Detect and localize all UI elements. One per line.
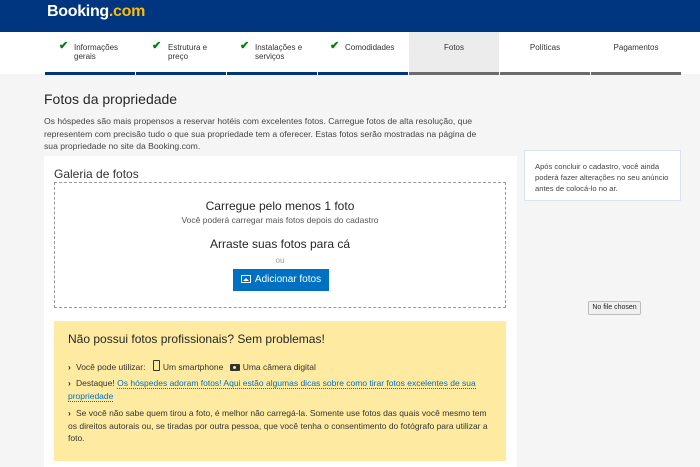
step-label: Comodidades (345, 43, 395, 52)
step-label: Fotos (443, 43, 464, 52)
checkmark-icon: ✔ (152, 40, 162, 52)
page-title: Fotos da propriedade (44, 91, 178, 107)
smartphone-icon (152, 360, 160, 371)
step-comodidades[interactable]: ✔ Comodidades (318, 32, 408, 75)
photo-gallery-card: Galeria de fotos Carregue pelo menos 1 f… (44, 156, 517, 467)
gallery-title: Galeria de fotos (54, 167, 139, 181)
logo-main-text: Booking (47, 3, 109, 20)
sidebar-note-card: Após concluir o cadastro, você ainda pod… (524, 150, 681, 201)
drag-photos-text: Arraste suas fotos para cá (209, 237, 351, 251)
checkmark-icon: ✔ (240, 40, 250, 52)
tip-use-label: Você pode utilizar: (76, 362, 146, 372)
page-description: Os hóspedes são mais propensos a reserva… (44, 116, 477, 151)
image-icon (240, 275, 251, 283)
step-informacoes-gerais[interactable]: ✔ Informações gerais (45, 32, 135, 75)
logo-suffix-text: .com (108, 3, 146, 20)
tip-rights: › Se você não sabe quem tirou a foto, é m… (68, 407, 488, 445)
add-photos-label: Adicionar fotos (254, 274, 322, 285)
file-input-button[interactable]: No file chosen (588, 301, 641, 315)
checkmark-icon: ✔ (59, 40, 69, 52)
step-label: Estrutura e preço (168, 43, 208, 61)
top-header: Booking.com (0, 0, 700, 32)
upload-minimum-text: Carregue pelo menos 1 foto (205, 199, 355, 213)
step-label: Instalações e serviços (255, 43, 303, 61)
step-pagamentos[interactable]: Pagamentos (591, 32, 681, 75)
photo-tips-link[interactable]: Os hóspedes adoram fotos! Aqui estão alg… (68, 378, 476, 402)
camera-icon (229, 364, 240, 371)
photo-dropzone[interactable]: Carregue pelo menos 1 foto Você poderá c… (54, 182, 506, 308)
step-instalacoes-servicos[interactable]: ✔ Instalações e serviços (227, 32, 317, 75)
step-label: Políticas (529, 43, 561, 52)
tip-camera: Uma câmera digital (242, 362, 316, 372)
or-separator: ou (275, 256, 285, 265)
step-estrutura-preco[interactable]: ✔ Estrutura e preço (136, 32, 226, 75)
tip-rights-text: Se você não sabe quem tirou a foto, é me… (68, 408, 488, 443)
checkmark-icon: ✔ (330, 40, 340, 52)
tip-devices: › Você pode utilizar: Um smartphone Uma c… (68, 360, 488, 374)
tips-title: Não possui fotos profissionais? Sem prob… (68, 332, 325, 346)
chevron-right-icon: › (68, 408, 71, 418)
tip-highlight-label: Destaque! (76, 378, 115, 388)
chevron-right-icon: › (68, 362, 71, 372)
add-photos-button[interactable]: Adicionar fotos (233, 269, 329, 291)
progress-steps: ✔ Informações gerais ✔ Estrutura e preço ✔… (0, 32, 700, 75)
upload-more-text: Você poderá carregar mais fotos depois d… (181, 215, 379, 225)
step-label: Informações gerais (74, 43, 119, 61)
chevron-right-icon: › (68, 378, 71, 388)
sidebar-note: Após concluir o cadastro, você ainda pod… (535, 162, 669, 193)
step-label: Pagamentos (613, 43, 659, 52)
step-politicas[interactable]: Políticas (500, 32, 590, 75)
photo-tips-box: Não possui fotos profissionais? Sem prob… (54, 321, 506, 461)
booking-logo[interactable]: Booking.com (47, 3, 145, 21)
tip-smartphone: Um smartphone (162, 362, 224, 372)
step-fotos[interactable]: Fotos (409, 32, 499, 75)
tip-highlight: › Destaque! Os hóspedes adoram fotos! Aqu… (68, 377, 488, 402)
